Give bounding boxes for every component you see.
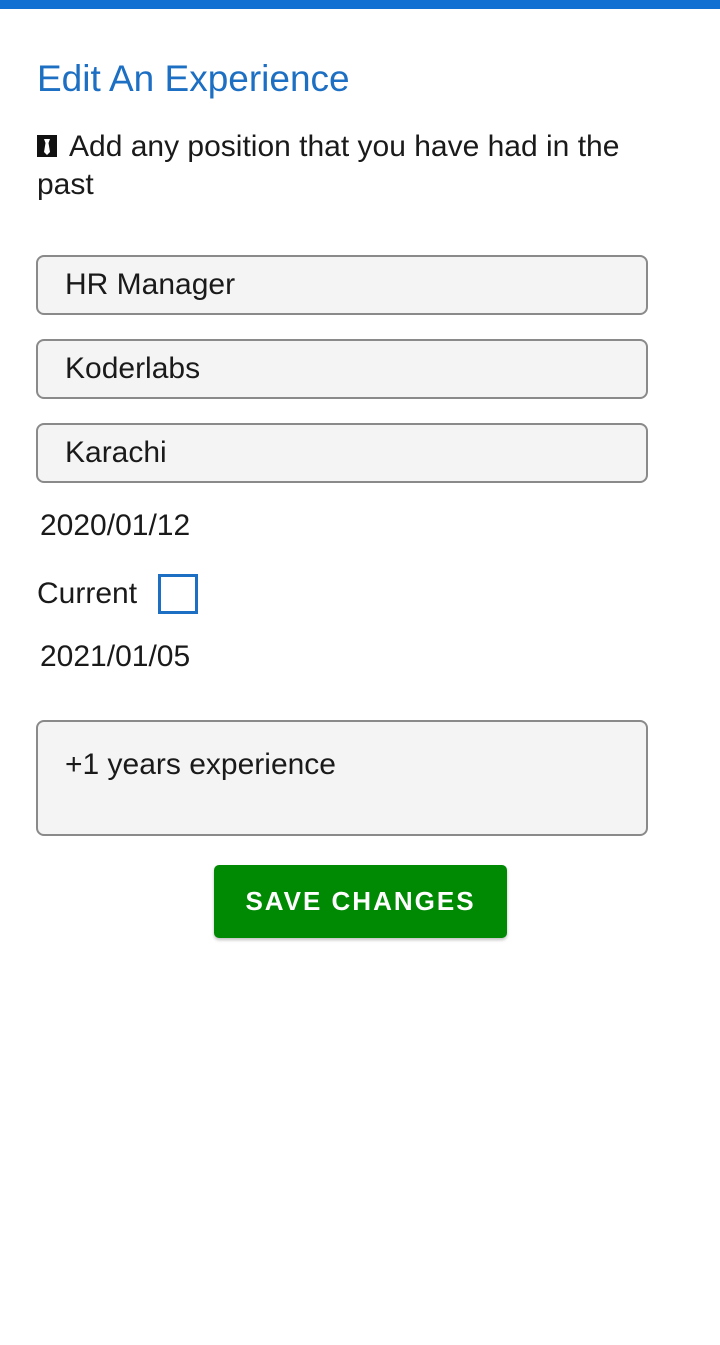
position-field[interactable]: HR Manager [36, 255, 648, 315]
company-value: Koderlabs [65, 352, 201, 385]
subtitle-text: Add any position that you have had in th… [37, 130, 620, 201]
save-button-label: SAVE CHANGES [245, 886, 476, 916]
save-changes-button[interactable]: SAVE CHANGES [214, 865, 507, 938]
description-textarea[interactable]: +1 years experience [36, 720, 648, 836]
necktie-icon [37, 129, 57, 157]
current-row: Current [37, 574, 199, 614]
location-value: Karachi [65, 436, 167, 469]
top-accent-bar [0, 0, 720, 9]
position-value: HR Manager [65, 268, 236, 301]
start-date-picker[interactable]: 2020/01/12 [40, 508, 190, 544]
current-checkbox[interactable] [158, 574, 199, 614]
page-subtitle: Add any position that you have had in th… [37, 128, 677, 204]
current-label: Current [37, 577, 138, 610]
location-field[interactable]: Karachi [36, 423, 648, 483]
description-value: +1 years experience [65, 748, 336, 781]
company-field[interactable]: Koderlabs [36, 339, 648, 399]
end-date-picker[interactable]: 2021/01/05 [40, 639, 190, 675]
page-title: Edit An Experience [37, 58, 350, 99]
